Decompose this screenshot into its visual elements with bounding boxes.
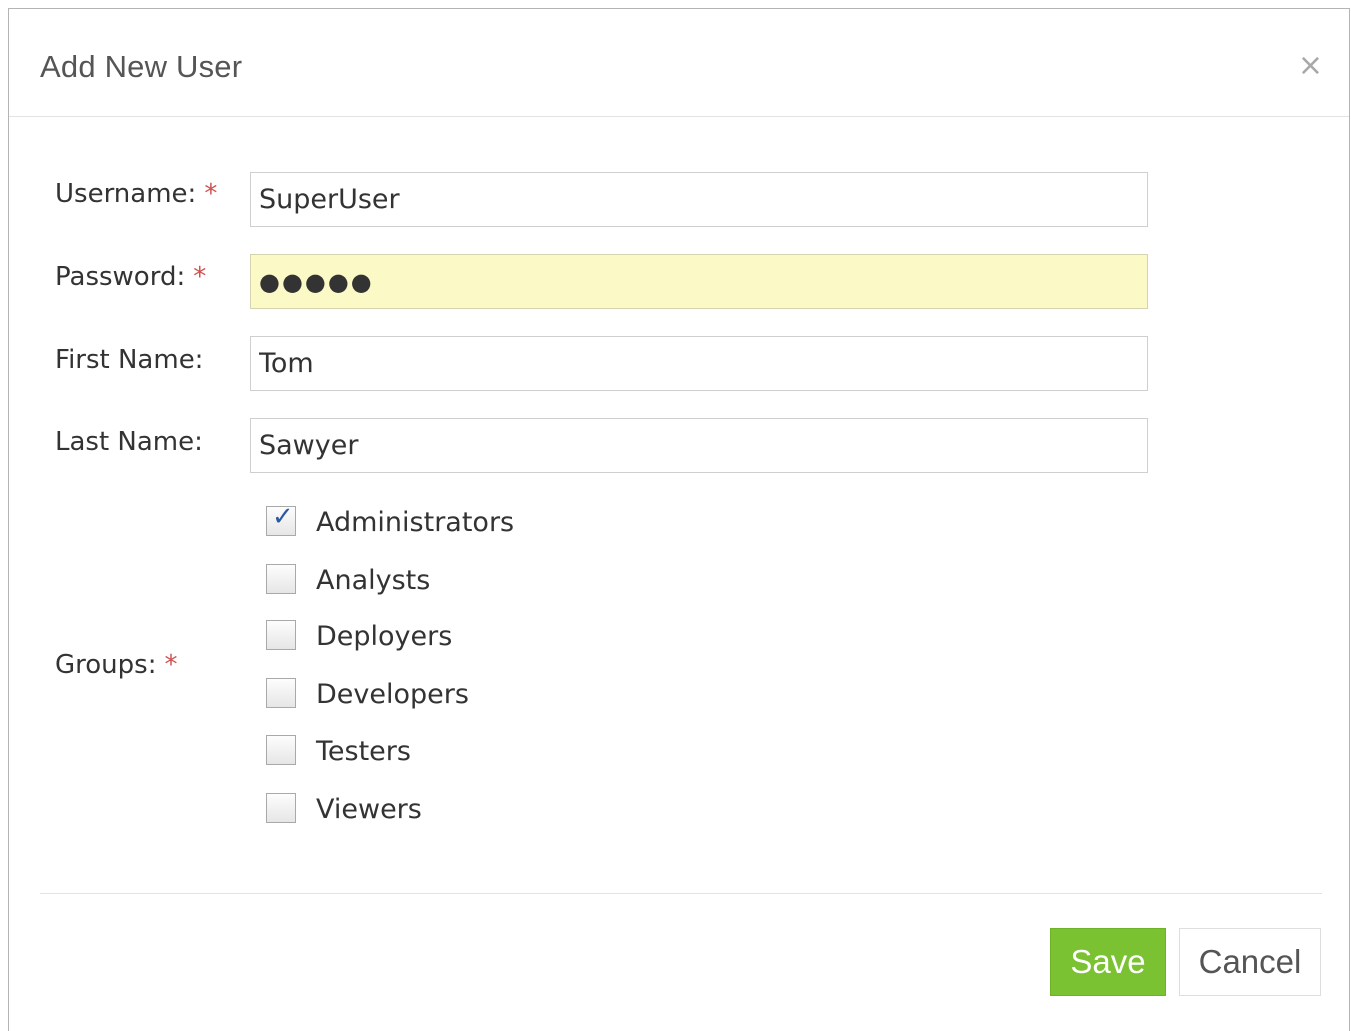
groups-label-text: Groups: — [55, 650, 157, 680]
checkbox-label: Deployers — [316, 621, 453, 652]
last-name-label: Last Name: — [55, 427, 203, 457]
password-input[interactable] — [250, 254, 1148, 309]
last-name-input[interactable] — [250, 418, 1148, 473]
checkbox-viewers[interactable] — [266, 793, 296, 823]
save-button[interactable]: Save — [1050, 928, 1166, 996]
checkbox-deployers[interactable] — [266, 620, 296, 650]
username-label: Username: * — [55, 179, 217, 209]
first-name-input[interactable] — [250, 336, 1148, 391]
checkbox-label: Testers — [316, 736, 411, 767]
footer-divider — [40, 893, 1322, 894]
dialog-header: Add New User × — [9, 9, 1349, 117]
password-label: Password: * — [55, 262, 206, 292]
groups-required-marker: * — [164, 650, 178, 680]
checkbox-label: Viewers — [316, 794, 422, 825]
username-required-marker: * — [204, 179, 218, 209]
password-required-marker: * — [193, 262, 207, 292]
first-name-label: First Name: — [55, 345, 204, 375]
add-user-dialog: Add New User × Username:* Password:* Fir… — [8, 8, 1350, 1031]
checkbox-label: Analysts — [316, 565, 431, 596]
checkbox-developers[interactable] — [266, 678, 296, 708]
checkbox-testers[interactable] — [266, 735, 296, 765]
checkbox-label: Developers — [316, 679, 469, 710]
checkbox-administrators[interactable]: ✓ — [266, 502, 296, 536]
password-label-text: Password: — [55, 262, 186, 292]
dialog-title: Add New User — [40, 49, 243, 84]
username-label-text: Username: — [55, 179, 197, 209]
checkmark-icon: ✓ — [272, 502, 294, 532]
groups-label: Groups: * — [55, 650, 177, 680]
cancel-button[interactable]: Cancel — [1179, 928, 1321, 996]
checkbox-label: Administrators — [316, 507, 515, 538]
close-icon[interactable]: × — [1298, 51, 1323, 81]
checkbox-analysts[interactable] — [266, 564, 296, 594]
username-input[interactable] — [250, 172, 1148, 227]
